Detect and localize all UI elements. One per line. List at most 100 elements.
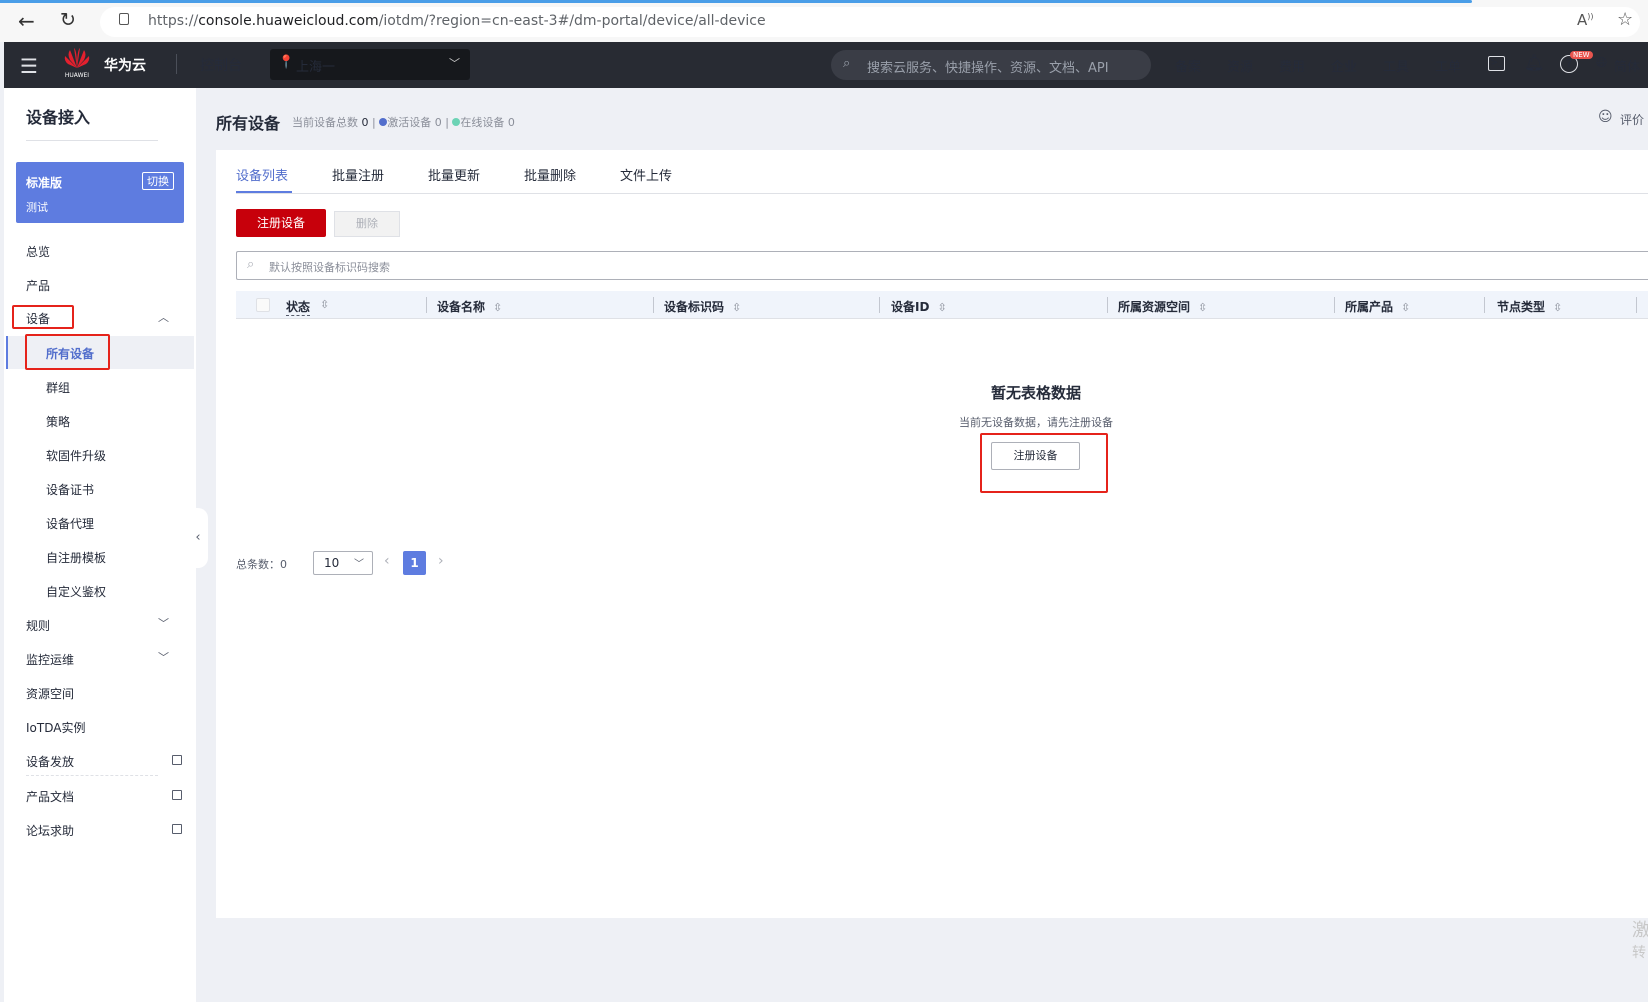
sidebar-item-product[interactable]: 产品: [26, 277, 50, 294]
sidebar-item-custom-auth[interactable]: 自定义鉴权: [46, 583, 106, 600]
sidebar-item-groups[interactable]: 群组: [46, 379, 70, 396]
nav-resources[interactable]: 资源: [1227, 56, 1253, 75]
sort-icon[interactable]: ⇳: [1401, 301, 1410, 314]
tab-batch-delete[interactable]: 批量删除: [524, 165, 576, 184]
lock-icon: [119, 13, 129, 25]
nav-billing[interactable]: 费用: [1279, 56, 1305, 75]
next-page-button[interactable]: ›: [438, 553, 444, 569]
column-header-product[interactable]: 所属产品 ⇳: [1345, 298, 1410, 315]
instance-name: 测试: [26, 201, 48, 214]
sidebar-item-proxy[interactable]: 设备代理: [46, 515, 94, 532]
cloud-shell-icon[interactable]: >_: [1488, 56, 1505, 71]
column-header-device-name[interactable]: 设备名称 ⇳: [437, 298, 502, 315]
prev-page-button[interactable]: ‹: [384, 553, 390, 569]
back-icon[interactable]: ←: [18, 9, 35, 33]
column-label: 设备标识码: [664, 300, 725, 314]
smile-icon[interactable]: ☺: [1598, 109, 1613, 125]
sidebar-item-self-reg-template[interactable]: 自注册模板: [46, 549, 106, 566]
column-header-status[interactable]: 状态: [286, 298, 311, 316]
active-dot-icon: [379, 118, 388, 126]
favorite-star-icon[interactable]: ☆: [1617, 9, 1633, 30]
brand-name[interactable]: 华为云: [104, 55, 146, 75]
total-label: 当前设备总数: [292, 116, 358, 129]
tab-device-list[interactable]: 设备列表: [236, 165, 288, 184]
sort-icon[interactable]: ⇳: [937, 301, 946, 314]
sidebar-item-forum[interactable]: 论坛求助: [26, 822, 74, 839]
column-divider[interactable]: [879, 297, 880, 313]
column-divider[interactable]: [1334, 297, 1335, 313]
search-placeholder: 默认按照设备标识码搜索: [269, 261, 390, 274]
nav-tools[interactable]: 工具: [1383, 56, 1409, 75]
search-icon: ⌕: [247, 257, 255, 272]
sort-icon[interactable]: ⇳: [493, 301, 502, 314]
nav-filing[interactable]: 备案: [1175, 56, 1201, 75]
sidebar-item-iotda-instance[interactable]: IoTDA实例: [26, 719, 85, 736]
column-divider[interactable]: [1107, 297, 1108, 313]
global-search[interactable]: ⌕ 搜索云服务、快捷操作、资源、文档、API: [831, 50, 1151, 80]
online-label: 在线设备: [460, 116, 505, 129]
sidebar-item-ota[interactable]: 软固件升级: [46, 447, 106, 464]
sidebar-item-docs[interactable]: 产品文档: [26, 788, 74, 805]
delete-button[interactable]: 删除: [334, 211, 400, 237]
nav-enterprise[interactable]: 企业: [1331, 56, 1357, 75]
location-pin-icon: 📍: [278, 55, 295, 70]
column-divider[interactable]: [426, 297, 427, 313]
external-link-icon: [172, 790, 182, 800]
huawei-logo[interactable]: HUAWEI: [62, 48, 92, 79]
column-label: 状态: [286, 300, 311, 314]
tab-file-upload[interactable]: 文件上传: [620, 165, 672, 184]
menu-icon[interactable]: ☰: [20, 54, 38, 78]
bell-icon[interactable]: 🔔︎: [1524, 53, 1544, 72]
reload-icon[interactable]: ↻: [60, 9, 76, 31]
globe-icon[interactable]: 🌐︎: [1596, 55, 1607, 71]
feedback-link[interactable]: 评价: [1620, 111, 1644, 128]
column-divider[interactable]: [1484, 297, 1485, 313]
nav-tickets[interactable]: 工单: [1435, 56, 1461, 75]
collapse-sidebar-button[interactable]: ‹: [188, 508, 208, 568]
switch-button[interactable]: 切换: [142, 172, 174, 190]
console-link[interactable]: 控制台: [200, 55, 242, 75]
register-device-button[interactable]: 注册设备: [236, 209, 326, 237]
sidebar-item-resource-space[interactable]: 资源空间: [26, 685, 74, 702]
column-header-node-id[interactable]: 设备标识码 ⇳: [664, 298, 741, 315]
active-count: 0: [434, 116, 442, 129]
column-divider[interactable]: [653, 297, 654, 313]
sidebar-item-certificates[interactable]: 设备证书: [46, 481, 94, 498]
external-link-icon: [172, 755, 182, 765]
page-1-button[interactable]: 1: [403, 551, 426, 575]
online-count: 0: [507, 116, 515, 129]
sort-icon[interactable]: ⇳: [1553, 301, 1562, 314]
sidebar-item-policies[interactable]: 策略: [46, 413, 70, 430]
tabs-divider: [236, 193, 1648, 194]
language-switch[interactable]: 简体: [1614, 56, 1640, 75]
region-select[interactable]: 📍 上海一 ﹀: [270, 49, 470, 80]
sort-icon[interactable]: ⇳: [320, 298, 329, 311]
chevron-down-icon: ﹀: [449, 57, 460, 70]
divider: [26, 140, 158, 141]
column-header-node-type[interactable]: 节点类型 ⇳: [1497, 298, 1562, 315]
read-aloud-icon[interactable]: A)): [1577, 11, 1594, 29]
sort-icon[interactable]: ⇳: [1198, 301, 1207, 314]
sidebar-item-provisioning[interactable]: 设备发放: [26, 753, 74, 770]
device-search-input[interactable]: ⌕ 默认按照设备标识码搜索: [236, 251, 1648, 280]
column-header-resource-space[interactable]: 所属资源空间 ⇳: [1118, 298, 1207, 315]
highlight-box: [25, 334, 110, 370]
page-size-select[interactable]: 10 ﹀: [313, 551, 373, 575]
url-text[interactable]: https://console.huaweicloud.com/iotdm/?r…: [148, 13, 766, 29]
column-header-device-id[interactable]: 设备ID ⇳: [891, 298, 947, 315]
select-all-checkbox[interactable]: [256, 298, 270, 312]
sidebar-item-monitoring[interactable]: 监控运维: [26, 651, 74, 668]
total-count: 0: [361, 116, 369, 129]
tab-batch-update[interactable]: 批量更新: [428, 165, 480, 184]
region-value: 上海一: [296, 60, 336, 75]
search-icon: ⌕: [843, 56, 851, 71]
sidebar-item-overview[interactable]: 总览: [26, 243, 50, 260]
sidebar-item-rules[interactable]: 规则: [26, 617, 50, 634]
divider: [26, 775, 158, 776]
tab-batch-register[interactable]: 批量注册: [332, 165, 384, 184]
sort-icon[interactable]: ⇳: [732, 301, 741, 314]
empty-state-description: 当前无设备数据，请先注册设备: [959, 416, 1113, 429]
highlight-box: [12, 305, 74, 329]
column-label: 所属产品: [1345, 300, 1394, 314]
column-divider[interactable]: [1636, 297, 1637, 313]
